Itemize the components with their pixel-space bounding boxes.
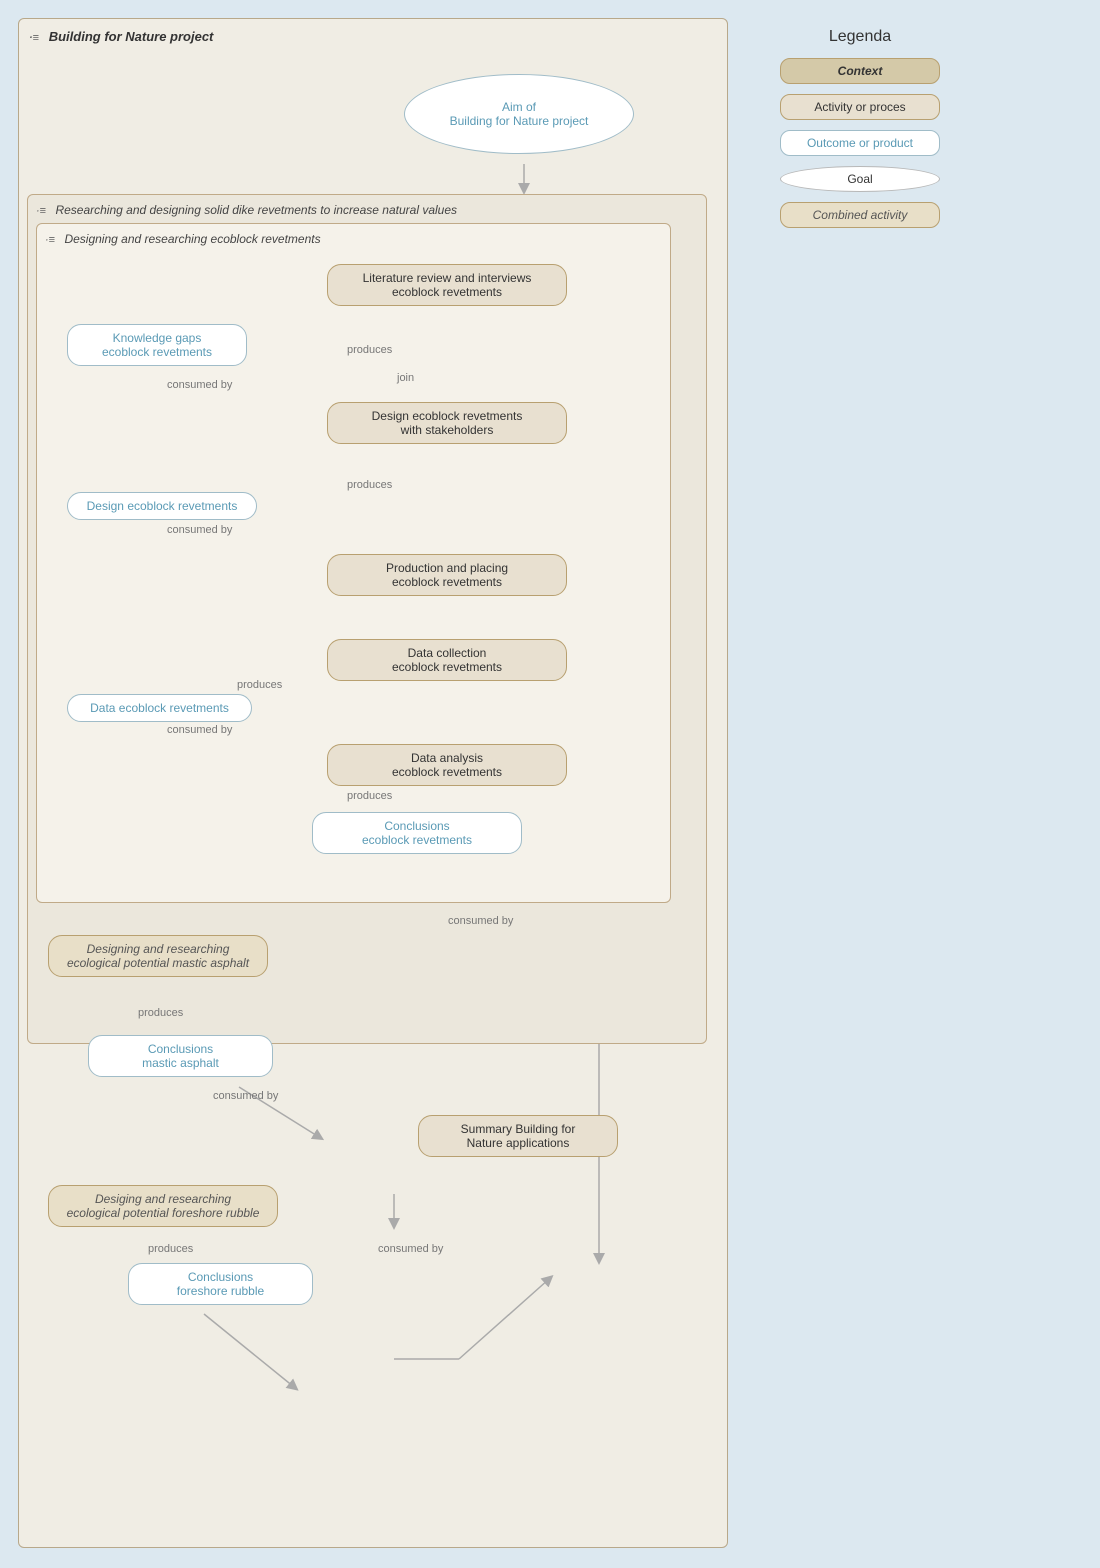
legenda-title: Legenda xyxy=(770,28,950,46)
inner-sub-title: ·≡ Designing and researching ecoblock re… xyxy=(45,232,662,246)
produces-label-1: produces xyxy=(347,344,392,356)
design-stakeholders-box: Design ecoblock revetments with stakehol… xyxy=(327,402,567,444)
aim-ellipse: Aim of Building for Nature project xyxy=(404,74,634,154)
conclusions-mastic-box: Conclusions mastic asphalt xyxy=(88,1035,273,1077)
produces-label-3: produces xyxy=(237,679,282,691)
data-analysis-box: Data analysis ecoblock revetments xyxy=(327,744,567,786)
consumed-by-label-eco: consumed by xyxy=(448,915,513,927)
consumed-by-label-1: consumed by xyxy=(167,379,232,391)
outer-sub-title: ·≡ Researching and designing solid dike … xyxy=(36,203,698,217)
legenda-context-item: Context xyxy=(770,58,950,84)
join-label: join xyxy=(397,372,414,384)
legenda-context-box: Context xyxy=(780,58,940,84)
data-outcome-box: Data ecoblock revetments xyxy=(67,694,252,722)
knowledge-gaps-box: Knowledge gaps ecoblock revetments xyxy=(67,324,247,366)
consumed-by-label-4: consumed by xyxy=(213,1090,278,1102)
legenda-goal-item: Goal xyxy=(770,166,950,192)
consumed-by-label-2: consumed by xyxy=(167,524,232,536)
dots-icon: ·≡ xyxy=(29,32,39,44)
summary-box: Summary Building for Nature applications xyxy=(418,1115,618,1157)
lit-review-box: Literature review and interviews ecobloc… xyxy=(327,264,567,306)
conclusions-eco-box: Conclusions ecoblock revetments xyxy=(312,812,522,854)
designing-mastic-box: Designing and researching ecological pot… xyxy=(48,935,268,977)
legenda-combined-item: Combined activity xyxy=(770,202,950,228)
legenda-outcome-box: Outcome or product xyxy=(780,130,940,156)
legenda-outcome-item: Outcome or product xyxy=(770,130,950,156)
design-outcome-box: Design ecoblock revetments xyxy=(67,492,257,520)
legenda-combined-box: Combined activity xyxy=(780,202,940,228)
consumed-by-label-3: consumed by xyxy=(167,724,232,736)
legenda-goal-box: Goal xyxy=(780,166,940,192)
produces-label-6: produces xyxy=(148,1243,193,1255)
main-title: ·≡ Building for Nature project xyxy=(29,29,717,44)
legenda-activity-item: Activity or proces xyxy=(770,94,950,120)
production-box: Production and placing ecoblock revetmen… xyxy=(327,554,567,596)
legenda-activity-box: Activity or proces xyxy=(780,94,940,120)
main-container: ·≡ Building for Nature project xyxy=(18,18,728,1548)
legenda-panel: Legenda Context Activity or proces Outco… xyxy=(760,18,960,248)
produces-label-2: produces xyxy=(347,479,392,491)
outer-sub-container: ·≡ Researching and designing solid dike … xyxy=(27,194,707,1044)
produces-label-4: produces xyxy=(347,790,392,802)
inner-sub-container: ·≡ Designing and researching ecoblock re… xyxy=(36,223,671,903)
consumed-by-label-5: consumed by xyxy=(378,1243,443,1255)
designing-foreshore-box: Desiging and researching ecological pote… xyxy=(48,1185,278,1227)
conclusions-foreshore-box: Conclusions foreshore rubble xyxy=(128,1263,313,1305)
produces-label-5: produces xyxy=(138,1007,183,1019)
data-collection-box: Data collection ecoblock revetments xyxy=(327,639,567,681)
